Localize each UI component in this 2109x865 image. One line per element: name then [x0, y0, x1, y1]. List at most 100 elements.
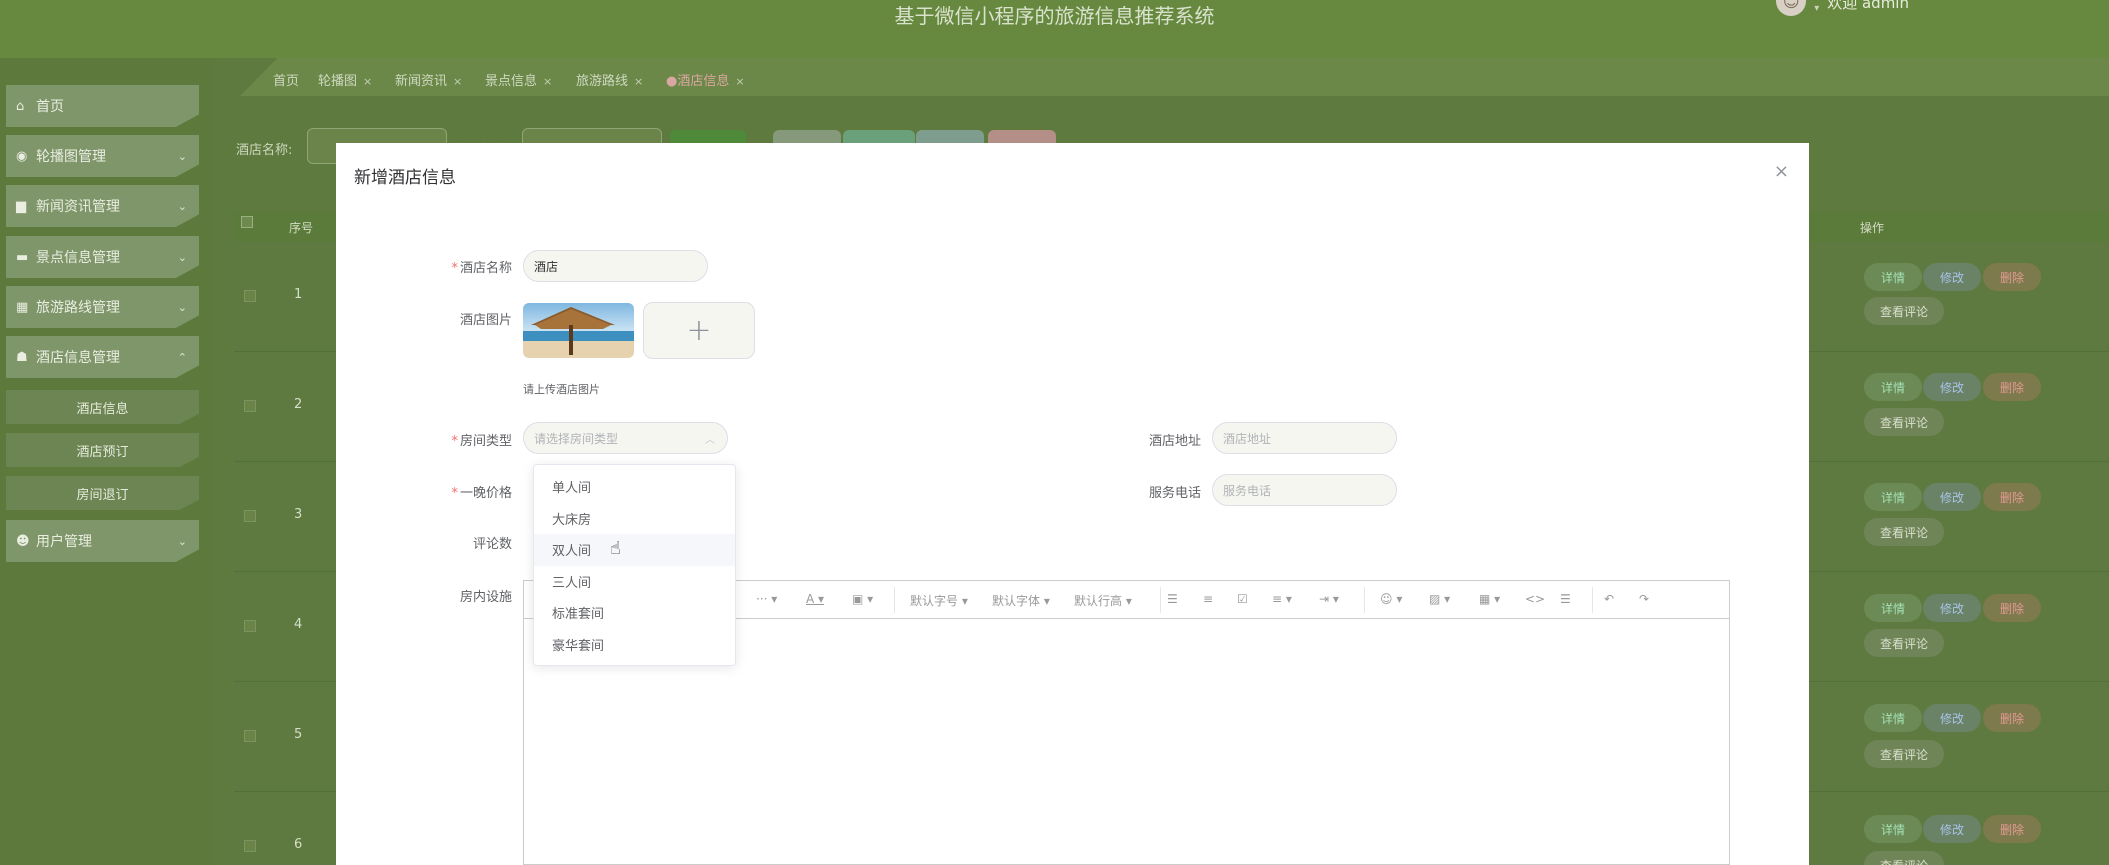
view-reviews-button[interactable]: 查看评论 — [1864, 851, 1944, 865]
sidebar-subitem-room-cancel[interactable]: 房间退订 — [6, 476, 199, 510]
row-checkbox[interactable] — [244, 620, 256, 632]
room-type-label: * 房间类型 — [451, 434, 512, 449]
image-icon[interactable]: ▨ ▾ — [1429, 592, 1450, 606]
tab-scenic[interactable]: 景点信息 × — [485, 70, 552, 89]
tab-route[interactable]: 旅游路线 × — [576, 70, 643, 89]
th-index[interactable]: 序号 — [289, 219, 313, 236]
close-icon[interactable]: × — [453, 75, 462, 88]
view-reviews-button[interactable]: 查看评论 — [1864, 408, 1944, 436]
detail-button[interactable]: 详情 — [1864, 263, 1922, 291]
row-checkbox[interactable] — [244, 730, 256, 742]
delete-button[interactable]: 删除 — [1983, 483, 2041, 511]
delete-button[interactable]: 删除 — [1983, 704, 2041, 732]
dropdown-option[interactable]: 双人间 ☝ — [534, 534, 735, 566]
dialog-title: 新增酒店信息 — [354, 168, 456, 188]
more-icon[interactable]: ··· ▾ — [756, 592, 777, 606]
row-checkbox[interactable] — [244, 840, 256, 852]
sidebar-item-scenic[interactable]: ▬ 景点信息管理 ⌄ — [6, 236, 199, 278]
hotel-address-input[interactable]: 酒店地址 — [1212, 422, 1397, 454]
view-reviews-button[interactable]: 查看评论 — [1864, 518, 1944, 546]
sidebar-item-users[interactable]: ☻ 用户管理 ⌄ — [6, 520, 199, 562]
detail-button[interactable]: 详情 — [1864, 483, 1922, 511]
sidebar-item-home[interactable]: ⌂ 首页 — [6, 85, 199, 127]
avatar[interactable]: ☺ — [1776, 0, 1807, 16]
user-menu[interactable]: ☺ ▾ 欢迎 admin — [1776, 0, 1909, 16]
font-family-select[interactable]: 默认字体 ▾ — [992, 592, 1050, 609]
sidebar-subitem-hotel-booking[interactable]: 酒店预订 — [6, 433, 199, 467]
indent-icon[interactable]: ⇥ ▾ — [1319, 592, 1339, 606]
select-all-checkbox[interactable] — [241, 216, 253, 228]
phone-input[interactable]: 服务电话 — [1212, 474, 1397, 506]
sidebar-item-hotel[interactable]: ☗ 酒店信息管理 ⌃ — [6, 336, 199, 378]
todo-icon[interactable]: ☑ — [1237, 592, 1248, 606]
hotel-image-label: 酒店图片 — [459, 313, 512, 328]
tab-carousel[interactable]: 轮播图 × — [318, 70, 372, 89]
delete-button[interactable]: 删除 — [1983, 373, 2041, 401]
dropdown-option[interactable]: 大床房 — [534, 503, 735, 535]
edit-button[interactable]: 修改 — [1923, 704, 1981, 732]
edit-button[interactable]: 修改 — [1923, 815, 1981, 843]
tab-home[interactable]: 首页 — [273, 70, 299, 89]
edit-button[interactable]: 修改 — [1923, 594, 1981, 622]
hotel-image-thumbnail[interactable] — [523, 303, 634, 358]
detail-button[interactable]: 详情 — [1864, 815, 1922, 843]
code-icon[interactable]: <> — [1525, 592, 1545, 606]
close-icon[interactable]: × — [634, 75, 643, 88]
dropdown-option[interactable]: 单人间 — [534, 471, 735, 503]
sidebar-item-news[interactable]: ▆ 新闻资讯管理 ⌄ — [6, 185, 199, 227]
sidebar-item-carousel[interactable]: ◉ 轮播图管理 ⌄ — [6, 135, 199, 177]
sidebar-item-route[interactable]: ▦ 旅游路线管理 ⌄ — [6, 286, 199, 328]
upload-image-button[interactable]: + — [643, 302, 755, 359]
line-height-select[interactable]: 默认行高 ▾ — [1074, 592, 1132, 609]
row-checkbox[interactable] — [244, 400, 256, 412]
sidebar-item-label: 用户管理 — [36, 534, 92, 550]
view-reviews-button[interactable]: 查看评论 — [1864, 297, 1944, 325]
price-label: * 一晚价格 — [451, 486, 512, 501]
hotel-name-input[interactable]: 酒店 — [523, 250, 708, 282]
room-type-select[interactable]: 请选择房间类型 ︿ — [523, 422, 728, 454]
dropdown-option[interactable]: 标准套间 — [534, 597, 735, 629]
delete-button[interactable]: 删除 — [1983, 815, 2041, 843]
undo-icon[interactable]: ↶ — [1604, 592, 1614, 606]
detail-button[interactable]: 详情 — [1864, 704, 1922, 732]
font-size-select[interactable]: 默认字号 ▾ — [910, 592, 968, 609]
edit-button[interactable]: 修改 — [1923, 373, 1981, 401]
delete-button[interactable]: 删除 — [1983, 594, 2041, 622]
detail-button[interactable]: 详情 — [1864, 594, 1922, 622]
view-reviews-button[interactable]: 查看评论 — [1864, 629, 1944, 657]
font-color-icon[interactable]: A ▾ — [806, 592, 824, 606]
bg-color-icon[interactable]: ▣ ▾ — [852, 592, 873, 606]
sidebar-item-label: 新闻资讯管理 — [36, 199, 120, 215]
close-icon[interactable]: × — [1774, 161, 1789, 182]
hotel-icon: ☗ — [16, 349, 28, 365]
delete-button[interactable]: 删除 — [1983, 263, 2041, 291]
bullet-list-icon[interactable]: ☰ — [1167, 592, 1178, 606]
edit-button[interactable]: 修改 — [1923, 263, 1981, 291]
tab-hotel-info[interactable]: ●酒店信息 × — [666, 70, 745, 89]
redo-icon[interactable]: ↷ — [1639, 592, 1649, 606]
align-icon[interactable]: ≡ ▾ — [1272, 592, 1292, 606]
sidebar-subitem-hotel-info[interactable]: 酒店信息 — [6, 390, 199, 424]
dropdown-option[interactable]: 三人间 — [534, 566, 735, 598]
pointer-cursor-icon: ☝ — [610, 538, 621, 559]
tab-news[interactable]: 新闻资讯 × — [395, 70, 462, 89]
add-hotel-dialog: 新增酒店信息 × * 酒店名称 酒店 酒店图片 + 请上传酒店图片 * 房间类型 请… — [336, 143, 1809, 865]
close-icon[interactable]: × — [363, 75, 372, 88]
divider-icon[interactable]: ☰ — [1560, 592, 1571, 606]
numbered-list-icon[interactable]: ≡ — [1203, 592, 1213, 606]
row-checkbox[interactable] — [244, 290, 256, 302]
dropdown-option[interactable]: 豪华套间 — [534, 629, 735, 661]
dropdown-option-label: 双人间 — [552, 544, 592, 560]
sidebar-item-label: 旅游路线管理 — [36, 300, 120, 316]
row-index: 1 — [294, 287, 303, 302]
view-reviews-button[interactable]: 查看评论 — [1864, 740, 1944, 768]
edit-button[interactable]: 修改 — [1923, 483, 1981, 511]
table-icon[interactable]: ▦ ▾ — [1479, 592, 1500, 606]
line-height-label: 默认行高 — [1074, 594, 1123, 608]
emoji-icon[interactable]: ☺ ▾ — [1380, 592, 1402, 606]
close-icon[interactable]: × — [735, 75, 744, 88]
close-icon[interactable]: × — [543, 75, 552, 88]
detail-button[interactable]: 详情 — [1864, 373, 1922, 401]
row-checkbox[interactable] — [244, 510, 256, 522]
tab-label: 景点信息 — [485, 74, 538, 89]
